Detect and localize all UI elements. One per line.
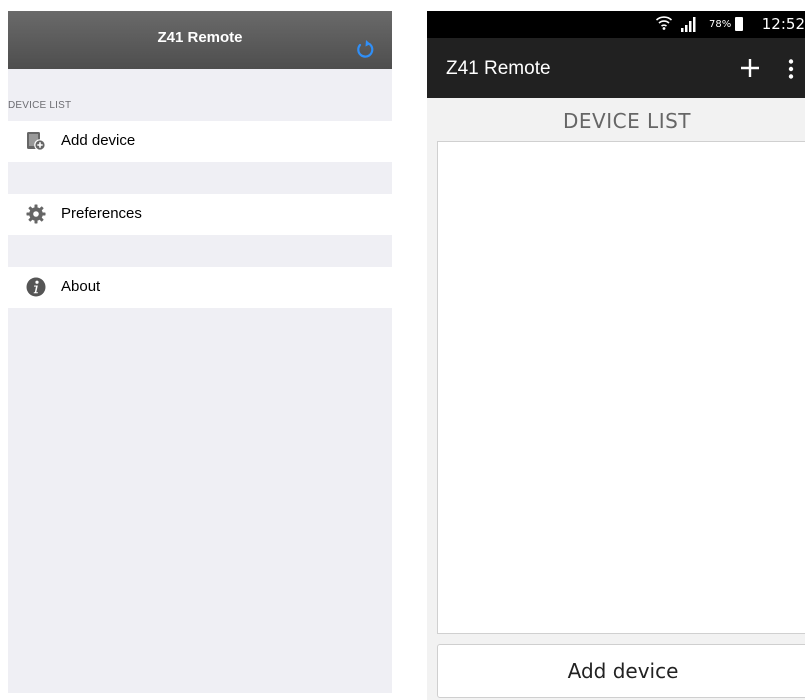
battery-percent: 78% [709, 19, 732, 30]
refresh-icon[interactable] [354, 38, 376, 60]
ios-add-device-label: Add device [61, 132, 136, 149]
ios-screen: Z41 Remote DEVICE LIST Add device Prefer… [8, 11, 392, 693]
ios-navigation-bar: Z41 Remote [8, 11, 392, 69]
add-device-button[interactable]: Add device [437, 644, 805, 698]
status-time: 12:52 [761, 15, 805, 33]
add-device-icon [27, 132, 46, 151]
wifi-icon [655, 16, 673, 30]
gear-icon [26, 204, 46, 224]
action-bar: Z41 Remote [427, 38, 805, 98]
device-list-heading: DEVICE LIST [562, 109, 692, 133]
ios-section-header: DEVICE LIST [8, 100, 72, 111]
signal-icon [681, 17, 696, 32]
ios-about-row[interactable]: About [8, 267, 392, 308]
status-bar: 78% 12:52 [427, 11, 805, 38]
ios-about-label: About [61, 278, 101, 295]
android-screen: 78% 12:52 Z41 Remote DEVICE LIST Add dev… [427, 11, 805, 700]
device-list[interactable] [437, 141, 805, 634]
add-device-button-label: Add device [567, 659, 679, 683]
app-title: Z41 Remote [446, 58, 551, 79]
ios-add-device-row[interactable]: Add device [8, 121, 392, 162]
info-icon [26, 277, 46, 297]
ios-preferences-row[interactable]: Preferences [8, 194, 392, 235]
overflow-menu-icon[interactable] [787, 58, 795, 80]
battery-icon [735, 17, 743, 31]
ios-preferences-label: Preferences [61, 205, 142, 222]
ios-nav-title: Z41 Remote [157, 29, 243, 46]
plus-icon[interactable] [740, 58, 760, 78]
